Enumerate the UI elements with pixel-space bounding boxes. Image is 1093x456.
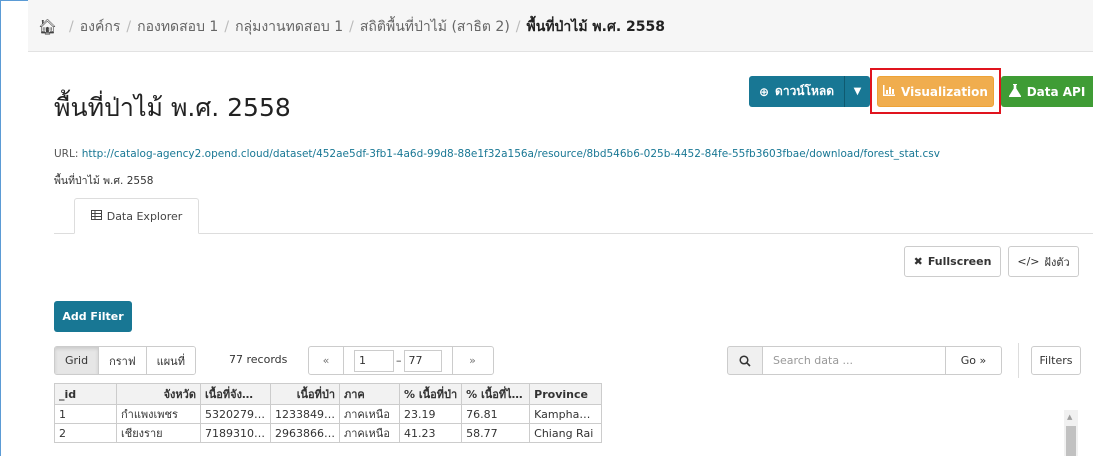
table-row[interactable]: 1 กำแพงเพชร 5320279… 1233849… ภาคเหนือ 2…: [54, 404, 603, 424]
tabs-divider: [54, 233, 1093, 234]
expand-icon: ✖: [913, 255, 923, 268]
embed-label: ฝังตัว: [1044, 255, 1070, 269]
resource-url: URL: http://catalog-agency2.opend.cloud/…: [54, 148, 940, 160]
table-cell: Kampha…: [529, 404, 603, 424]
table-cell: 1: [54, 404, 117, 424]
pager-dash: –: [396, 354, 402, 367]
tab-data-explorer-label: Data Explorer: [106, 209, 183, 223]
tab-data-explorer[interactable]: Data Explorer: [74, 198, 199, 234]
visualization-button[interactable]: Visualization: [877, 76, 994, 107]
filters-button[interactable]: Filters: [1031, 346, 1081, 375]
search-icon: [727, 346, 763, 375]
pager-prev-button[interactable]: «: [308, 346, 344, 375]
data-grid: _id จังหวัด เนื้อที่จัง… เนื้อที่ป่า ภาค…: [54, 383, 603, 443]
breadcrumb-item-organization[interactable]: องค์กร: [80, 16, 121, 38]
table-cell: 76.81: [461, 404, 531, 424]
column-header[interactable]: _id: [54, 383, 117, 405]
pager-to-input[interactable]: 77: [403, 349, 442, 372]
download-dropdown-toggle[interactable]: ▼: [844, 76, 870, 107]
caret-down-icon: ▼: [853, 86, 862, 97]
pager-from-input[interactable]: 1: [354, 349, 394, 372]
table-header-row: _id จังหวัด เนื้อที่จัง… เนื้อที่ป่า ภาค…: [54, 383, 603, 405]
table-cell: ภาคเหนือ: [339, 404, 400, 424]
home-icon[interactable]: 🏠︎: [38, 18, 57, 36]
column-header[interactable]: Province: [529, 383, 603, 405]
search-input[interactable]: Search data ...: [763, 346, 946, 375]
table-row[interactable]: 2 เชียงราย 7189310… 2963866… ภาคเหนือ 41…: [54, 423, 603, 443]
page-title: พื้นที่ป่าไม้ พ.ศ. 2558: [54, 93, 291, 122]
breadcrumb-item-resource[interactable]: พื้นที่ป่าไม้ พ.ศ. 2558: [527, 16, 666, 38]
pager-next-button[interactable]: »: [451, 346, 494, 375]
table-cell: 58.77: [461, 423, 531, 443]
table-cell: 41.23: [398, 423, 463, 443]
add-filter-button[interactable]: Add Filter: [54, 301, 132, 332]
table-cell: ภาคเหนือ: [339, 423, 400, 443]
table-cell: 1233849…: [270, 404, 340, 424]
table-cell: 7189310…: [200, 423, 271, 443]
record-count: 77 records: [229, 353, 288, 366]
view-switcher: Grid กราฟ แผนที่: [54, 346, 196, 375]
embed-button[interactable]: </> ฝังตัว: [1008, 246, 1079, 277]
go-button[interactable]: Go »: [946, 346, 1002, 375]
scroll-up-arrow-icon[interactable]: ▲: [1067, 413, 1072, 421]
data-api-label: Data API: [1026, 84, 1086, 99]
view-map-button[interactable]: แผนที่: [146, 347, 195, 374]
column-header[interactable]: % เนื้อที่ป่า: [398, 383, 463, 405]
divider: [1018, 343, 1019, 378]
bar-chart-icon: [883, 84, 896, 99]
column-header[interactable]: เนื้อที่จัง…: [200, 383, 271, 405]
table-icon: [90, 209, 102, 223]
view-graph-button[interactable]: กราฟ: [99, 347, 147, 374]
view-grid-button[interactable]: Grid: [55, 347, 100, 374]
download-icon: ⊕: [758, 84, 770, 99]
code-icon: </>: [1017, 255, 1040, 268]
visualization-label: Visualization: [901, 84, 988, 99]
table-cell: เชียงราย: [116, 423, 201, 443]
breadcrumb-item-dataset[interactable]: สถิติพื้นที่ป่าไม้ (สาธิต 2): [360, 16, 510, 38]
fullscreen-button[interactable]: ✖ Fullscreen: [904, 246, 1001, 277]
resource-description: พื้นที่ป่าไม้ พ.ศ. 2558: [54, 175, 154, 187]
url-label: URL:: [54, 148, 79, 160]
download-button[interactable]: ⊕ ดาวน์โหลด: [749, 76, 844, 107]
breadcrumb: 🏠︎ / องค์กร / กองทดสอบ 1 / กลุ่มงานทดสอบ…: [38, 16, 666, 38]
column-header[interactable]: จังหวัด: [116, 383, 201, 405]
table-cell: Chiang Rai: [529, 423, 603, 443]
table-cell: 23.19: [398, 404, 463, 424]
table-cell: 2: [54, 423, 117, 443]
table-cell: กำแพงเพชร: [116, 404, 201, 424]
column-header[interactable]: ภาค: [339, 383, 400, 405]
data-api-button[interactable]: Data API: [1001, 76, 1093, 107]
table-cell: 5320279…: [200, 404, 271, 424]
scrollbar-thumb[interactable]: [1066, 426, 1076, 456]
search-group: Search data ... Go »: [727, 346, 1002, 375]
breadcrumb-item-group[interactable]: กลุ่มงานทดสอบ 1: [235, 16, 343, 38]
url-link[interactable]: http://catalog-agency2.opend.cloud/datas…: [82, 148, 940, 160]
flask-icon: [1008, 83, 1021, 100]
fullscreen-label: Fullscreen: [927, 255, 992, 268]
download-label: ดาวน์โหลด: [775, 84, 835, 98]
breadcrumb-item-department[interactable]: กองทดสอบ 1: [137, 16, 218, 38]
column-header[interactable]: % เนื้อที่ไ…: [461, 383, 531, 405]
column-header[interactable]: เนื้อที่ป่า: [270, 383, 340, 405]
table-cell: 2963866…: [270, 423, 340, 443]
pager: « 1 – 77 »: [308, 346, 494, 375]
